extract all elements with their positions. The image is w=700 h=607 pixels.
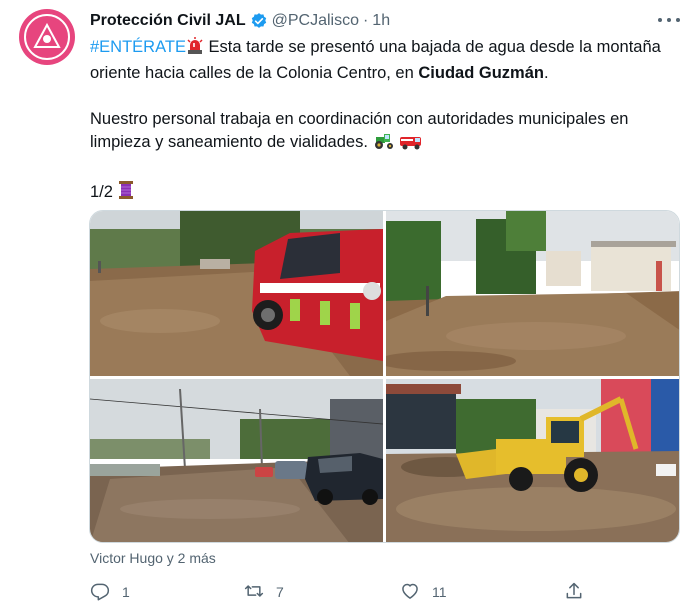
separator-dot: · (362, 12, 369, 29)
avatar[interactable] (19, 9, 75, 65)
liked-by-text[interactable]: Victor Hugo y 2 más (90, 550, 216, 566)
verified-badge-icon (250, 12, 268, 30)
thread-counter: 1/2 (90, 183, 113, 201)
retweet-button[interactable]: 7 (244, 580, 284, 604)
retweet-count: 7 (276, 584, 284, 600)
tweet-timestamp[interactable]: 1h (372, 12, 390, 30)
reply-count: 1 (122, 584, 130, 600)
author-handle[interactable]: @PCJalisco (272, 12, 359, 30)
retweet-icon (244, 581, 264, 604)
tweet-body-paragraph2: Nuestro personal trabaja en coordinación… (90, 110, 629, 151)
proteccion-civil-logo-icon (24, 14, 70, 60)
tweet-header: Protección Civil JAL @PCJalisco · 1h (90, 11, 390, 31)
tweet-body-end: . (543, 64, 549, 82)
reply-button[interactable]: 1 (90, 580, 130, 604)
heart-icon (400, 581, 420, 604)
fire-engine-emoji-icon (399, 132, 423, 157)
share-button[interactable] (564, 580, 584, 604)
photo-muddy-street-palm-trees[interactable] (386, 211, 679, 376)
tractor-emoji-icon (373, 132, 395, 157)
media-grid (89, 210, 680, 543)
hashtag-link[interactable]: #ENTÉRATE (90, 38, 186, 56)
author-name[interactable]: Protección Civil JAL (90, 12, 246, 30)
city-name: Ciudad Guzmán (418, 64, 544, 82)
more-options-icon[interactable] (658, 10, 680, 30)
reply-icon (90, 581, 110, 604)
photo-backhoe-clearing-mud[interactable] (386, 379, 679, 542)
share-icon (564, 581, 584, 604)
thread-spool-emoji-icon (118, 180, 134, 207)
police-light-emoji-icon (186, 37, 204, 62)
like-count: 11 (432, 584, 447, 600)
tweet-text: #ENTÉRATE Esta tarde se presentó una baj… (90, 36, 680, 207)
photo-red-truck-flooded-street[interactable] (90, 211, 383, 376)
tweet-action-bar: 1 7 11 (90, 580, 590, 604)
like-button[interactable]: 11 (400, 580, 447, 604)
photo-cars-on-muddy-road[interactable] (90, 379, 383, 542)
